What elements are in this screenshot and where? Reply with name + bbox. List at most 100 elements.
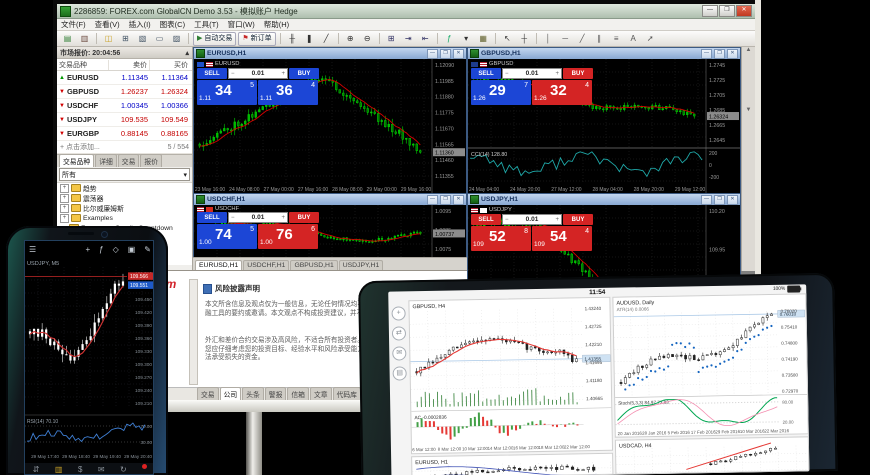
new-order-button[interactable]: ⚑新订单	[238, 32, 275, 46]
sell-price[interactable]: 1.26297	[471, 80, 531, 105]
terminal-headline[interactable]: 风险披露声明	[203, 283, 260, 294]
navigator-item[interactable]: +趋势	[57, 183, 192, 193]
tab-详细[interactable]: 详细	[95, 154, 117, 167]
hline-icon[interactable]: ─	[558, 32, 573, 46]
tab-交易[interactable]: 交易	[118, 154, 140, 167]
data-window-icon[interactable]: ⊞	[118, 32, 133, 46]
new-chart-icon[interactable]: ▤	[60, 32, 75, 46]
cursor-icon[interactable]: ↖	[500, 32, 515, 46]
navigator-filter[interactable]: 所有 ▾	[59, 168, 190, 181]
terminal-tab-公司[interactable]: 公司	[220, 387, 242, 400]
minimize-button[interactable]: —	[427, 49, 438, 59]
restore-button[interactable]: ❐	[714, 49, 725, 59]
scrollbar[interactable]: ▲▼	[741, 47, 755, 271]
tablet-chart-gbpusd[interactable]: GBPUSD, H41.413551.432401.427251.422101.…	[408, 297, 613, 455]
crosshair-icon[interactable]: ┼	[517, 32, 532, 46]
maximize-button[interactable]: ❐	[719, 5, 735, 17]
indicators-icon[interactable]: ƒ	[442, 32, 457, 46]
zoom-in-icon[interactable]: ⊕	[343, 32, 358, 46]
templates-icon[interactable]: ▦	[476, 32, 491, 46]
close-button[interactable]: ✕	[727, 49, 738, 59]
chart-tab-USDCHF,H1[interactable]: USDCHF,H1	[243, 260, 289, 270]
menu-item-5[interactable]: 窗口(W)	[228, 19, 255, 30]
terminal-tab-警报[interactable]: 警报	[265, 387, 287, 400]
volume-stepper[interactable]: −0.01+	[502, 68, 562, 79]
market-watch-row-usdchf[interactable]: ▼USDCHF1.003451.00366	[57, 99, 192, 113]
profiles-icon[interactable]: ▥	[77, 32, 92, 46]
channel-icon[interactable]: ∥	[592, 32, 607, 46]
terminal-tab-头条[interactable]: 头条	[242, 387, 264, 400]
autotrade-button[interactable]: ▶自动交易	[193, 32, 236, 46]
buy-button[interactable]: BUY	[563, 68, 593, 79]
sell-button[interactable]: SELL	[197, 212, 227, 223]
terminal-tab-交易[interactable]: 交易	[197, 387, 219, 400]
periods-icon[interactable]: ▾	[459, 32, 474, 46]
chart-window-titlebar[interactable]: USDJPY,H1 —❐✕	[468, 194, 740, 205]
menu-item-1[interactable]: 查看(V)	[95, 19, 120, 30]
sell-button[interactable]: SELL	[471, 68, 501, 79]
market-watch-row-gbpusd[interactable]: ▼GBPUSD1.262371.26324	[57, 85, 192, 99]
sell-button[interactable]: SELL	[471, 214, 501, 225]
market-watch-row-eurusd[interactable]: ▲EURUSD1.113451.11364	[57, 71, 192, 85]
sell-price[interactable]: 1.11345	[197, 80, 257, 105]
close-button[interactable]: ✕	[736, 5, 752, 17]
chart-tab-USDJPY,H1[interactable]: USDJPY,H1	[339, 260, 384, 270]
volume-stepper[interactable]: −0.01+	[228, 68, 288, 79]
menu-item-2[interactable]: 插入(I)	[129, 19, 151, 30]
expand-icon[interactable]: +	[60, 214, 69, 223]
tablet-chart-audusd[interactable]: AUDUSD, DailyATR(14) 0.00660.760180.7602…	[612, 293, 808, 437]
new-chart-icon[interactable]: ▤	[393, 366, 407, 380]
objects-icon[interactable]: ◇	[113, 245, 119, 254]
restore-button[interactable]: ❐	[714, 195, 725, 205]
tablet-chart-eurusd[interactable]: EURUSD, H1	[411, 453, 613, 475]
buy-button[interactable]: BUY	[563, 214, 593, 225]
text-icon[interactable]: A	[626, 32, 641, 46]
chart-tab-EURUSD,H1[interactable]: EURUSD,H1	[195, 260, 242, 270]
charts-icon[interactable]: ▥	[55, 465, 63, 474]
chart-window-usdchf[interactable]: USDCHF,H1 —❐✕ 1.00951.00851.00751.00737 …	[193, 193, 467, 257]
restore-button[interactable]: ❐	[440, 195, 451, 205]
phone-chart-canvas[interactable]: USDJPY, M5109.510109.480109.450109.42010…	[25, 257, 154, 463]
menu-item-6[interactable]: 帮助(H)	[264, 19, 289, 30]
tablet-chart-usdcad[interactable]: USDCAD, H4	[615, 436, 810, 474]
vline-icon[interactable]: │	[541, 32, 556, 46]
minimize-button[interactable]: —	[427, 195, 438, 205]
buy-price[interactable]: 1.11364	[258, 80, 318, 105]
crosshair-icon[interactable]: +	[85, 245, 90, 254]
account-icon[interactable]: +	[391, 306, 405, 320]
tab-报价[interactable]: 报价	[140, 154, 162, 167]
auto-scroll-icon[interactable]: ⇥	[401, 32, 416, 46]
arrows-icon[interactable]: ➚	[643, 32, 658, 46]
messages-icon[interactable]: ✉	[98, 465, 105, 474]
close-button[interactable]: ✕	[727, 195, 738, 205]
chart-window-titlebar[interactable]: USDCHF,H1 —❐✕	[194, 194, 466, 205]
buy-price[interactable]: 1.26324	[532, 80, 592, 105]
chat-icon[interactable]: ✉	[392, 346, 406, 360]
tab-交易品种[interactable]: 交易品种	[59, 154, 94, 167]
menu-item-3[interactable]: 图表(C)	[160, 19, 185, 30]
sell-price[interactable]: 1.00745	[197, 224, 257, 249]
chart-settings-icon[interactable]: ▣	[128, 245, 136, 254]
zoom-out-icon[interactable]: ⊖	[360, 32, 375, 46]
navigator-icon[interactable]: ▧	[135, 32, 150, 46]
buy-price[interactable]: 109544	[532, 226, 592, 251]
terminal-tab-文章[interactable]: 文章	[310, 387, 332, 400]
menu-item-4[interactable]: 工具(T)	[194, 19, 219, 30]
trendline-icon[interactable]: ╱	[575, 32, 590, 46]
minimize-button[interactable]: —	[701, 195, 712, 205]
bar-chart-icon[interactable]: ╫	[285, 32, 300, 46]
minimize-button[interactable]: —	[701, 49, 712, 59]
navigator-item[interactable]: +Examples	[57, 213, 192, 223]
buy-price[interactable]: 1.00766	[258, 224, 318, 249]
menu-item-0[interactable]: 文件(F)	[61, 19, 86, 30]
market-watch-header[interactable]: 市场报价: 20:04:56 ▴	[57, 47, 192, 59]
close-button[interactable]: ✕	[453, 49, 464, 59]
hamburger-menu-icon[interactable]: ☰	[29, 245, 36, 254]
chart-window-titlebar[interactable]: EURUSD,H1 —❐✕	[194, 48, 466, 59]
trade-icon[interactable]: $	[78, 465, 82, 474]
terminal-tab-信箱[interactable]: 信箱	[287, 387, 309, 400]
collapse-icon[interactable]: ▴	[185, 49, 189, 57]
terminal-scrollbar[interactable]	[189, 279, 198, 385]
line-chart-icon[interactable]: ╱	[319, 32, 334, 46]
chart-window-eurusd[interactable]: EURUSD,H1 —❐✕ 1.120901.119851.118801.117…	[193, 47, 467, 193]
